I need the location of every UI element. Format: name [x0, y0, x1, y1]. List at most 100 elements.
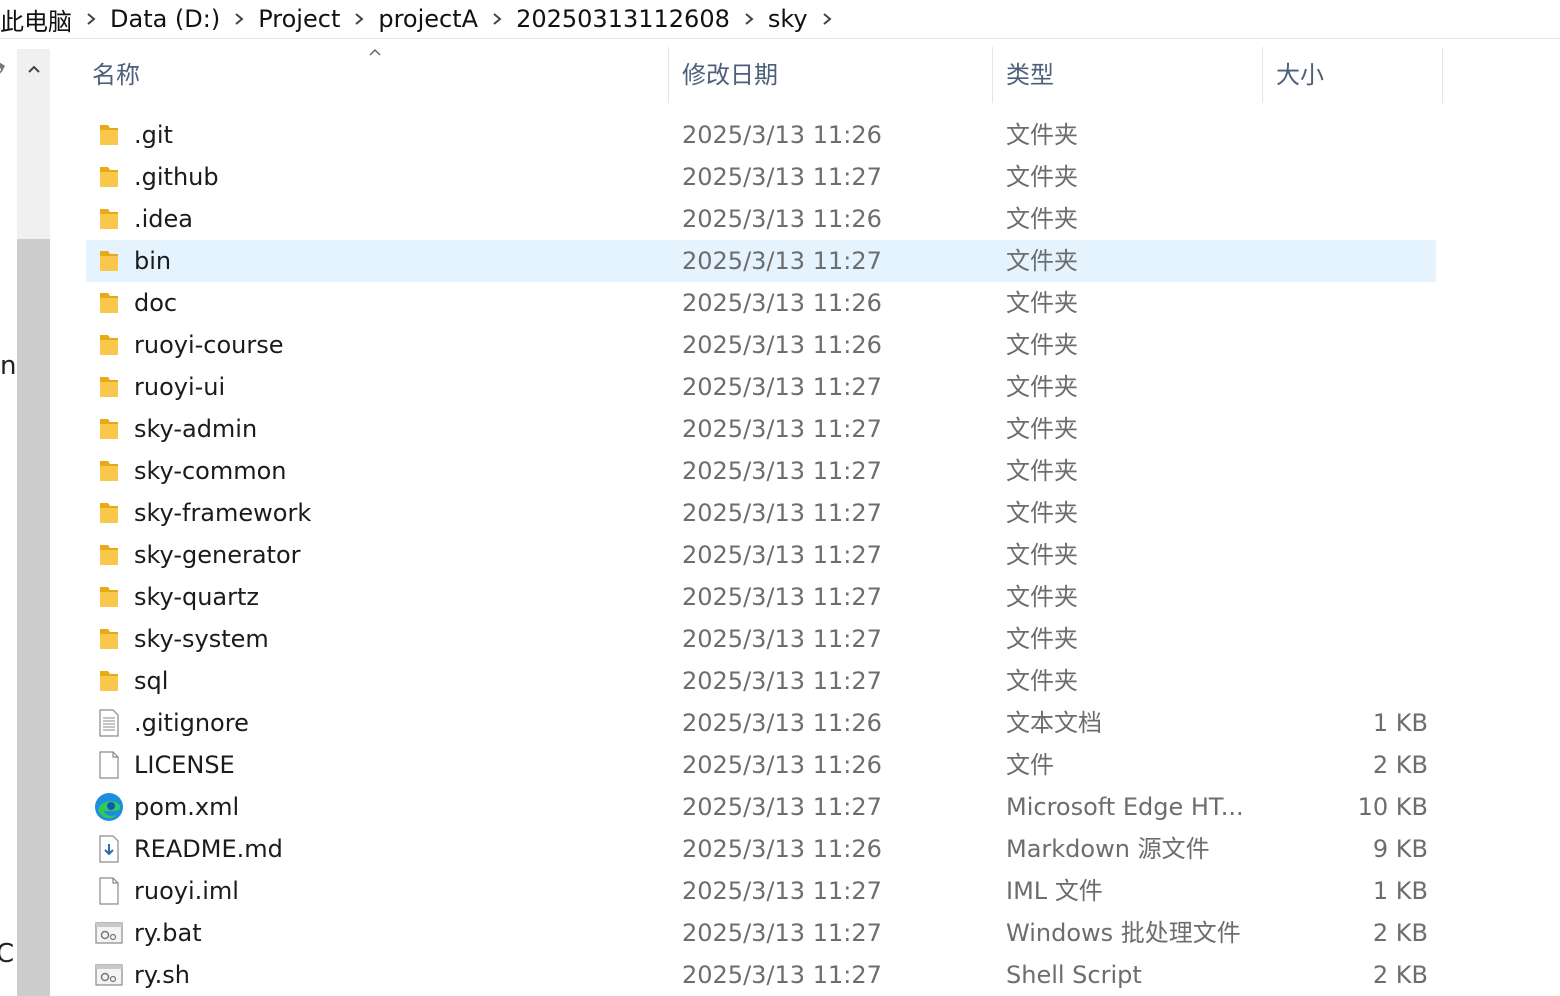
- file-date: 2025/3/13 11:27: [682, 541, 882, 569]
- file-date: 2025/3/13 11:27: [682, 415, 882, 443]
- scrollbar-thumb[interactable]: [17, 239, 50, 996]
- chevron-right-icon[interactable]: [76, 12, 106, 26]
- file-type: Windows 批处理文件: [1006, 919, 1241, 947]
- edge-icon: [94, 792, 124, 822]
- file-type: 文件夹: [1006, 457, 1078, 485]
- file-row[interactable]: sql 2025/3/13 11:27 文件夹: [86, 660, 1436, 702]
- file-type: 文件夹: [1006, 415, 1078, 443]
- file-size: 1 KB: [1372, 877, 1428, 905]
- file-type: 文件夹: [1006, 205, 1078, 233]
- file-row[interactable]: sky-quartz 2025/3/13 11:27 文件夹: [86, 576, 1436, 618]
- file-type: IML 文件: [1006, 877, 1103, 905]
- folder-icon: [94, 582, 124, 612]
- file-row[interactable]: sky-generator 2025/3/13 11:27 文件夹: [86, 534, 1436, 576]
- folder-icon: [94, 540, 124, 570]
- file-name: .idea: [134, 205, 194, 233]
- chevron-right-icon[interactable]: [344, 12, 374, 26]
- file-row[interactable]: ruoyi.iml 2025/3/13 11:27 IML 文件 1 KB: [86, 870, 1436, 912]
- file-date: 2025/3/13 11:27: [682, 583, 882, 611]
- file-type: Markdown 源文件: [1006, 835, 1210, 863]
- file-name: README.md: [134, 835, 283, 863]
- file-size: 10 KB: [1357, 793, 1428, 821]
- file-type: 文件夹: [1006, 583, 1078, 611]
- file-type: 文件夹: [1006, 247, 1078, 275]
- breadcrumb-item-sky[interactable]: sky: [764, 5, 812, 33]
- file-name: sky-framework: [134, 499, 312, 527]
- column-divider[interactable]: [1262, 47, 1263, 103]
- column-header-name[interactable]: 名称: [92, 39, 668, 105]
- file-date: 2025/3/13 11:26: [682, 289, 882, 317]
- file-date: 2025/3/13 11:27: [682, 793, 882, 821]
- folder-icon: [94, 162, 124, 192]
- folder-icon: [94, 120, 124, 150]
- file-type: 文本文档: [1006, 709, 1102, 737]
- file-row[interactable]: sky-framework 2025/3/13 11:27 文件夹: [86, 492, 1436, 534]
- text-file-icon: [94, 708, 124, 738]
- file-name: ruoyi.iml: [134, 877, 239, 905]
- folder-icon: [94, 666, 124, 696]
- file-row[interactable]: ruoyi-ui 2025/3/13 11:27 文件夹: [86, 366, 1436, 408]
- nav-item-label-fragment[interactable]: n: [0, 351, 16, 381]
- scroll-up-arrow-icon[interactable]: [17, 49, 50, 89]
- breadcrumb-item-projecta[interactable]: projectA: [374, 5, 482, 33]
- blank-file-icon: [94, 750, 124, 780]
- file-row[interactable]: sky-system 2025/3/13 11:27 文件夹: [86, 618, 1436, 660]
- file-row[interactable]: .idea 2025/3/13 11:26 文件夹: [86, 198, 1436, 240]
- file-name: doc: [134, 289, 178, 317]
- file-type: 文件夹: [1006, 625, 1078, 653]
- file-row[interactable]: .git 2025/3/13 11:26 文件夹: [86, 114, 1436, 156]
- chevron-right-icon[interactable]: [224, 12, 254, 26]
- file-date: 2025/3/13 11:26: [682, 709, 882, 737]
- pin-icon: [0, 61, 8, 82]
- file-row[interactable]: ry.bat 2025/3/13 11:27 Windows 批处理文件 2 KB: [86, 912, 1436, 954]
- breadcrumb-item-drive-d[interactable]: Data (D:): [106, 5, 224, 33]
- file-date: 2025/3/13 11:26: [682, 751, 882, 779]
- file-name: sql: [134, 667, 169, 695]
- file-date: 2025/3/13 11:27: [682, 877, 882, 905]
- chevron-right-icon[interactable]: [482, 12, 512, 26]
- file-name: LICENSE: [134, 751, 235, 779]
- file-type: Shell Script: [1006, 961, 1142, 989]
- file-size: 9 KB: [1372, 835, 1428, 863]
- file-row[interactable]: pom.xml 2025/3/13 11:27 Microsoft Edge HT.…: [86, 786, 1436, 828]
- script-file-icon: [94, 960, 124, 990]
- file-row[interactable]: README.md 2025/3/13 11:26 Markdown 源文件 9 KB: [86, 828, 1436, 870]
- file-date: 2025/3/13 11:26: [682, 121, 882, 149]
- file-row[interactable]: ry.sh 2025/3/13 11:27 Shell Script 2 KB: [86, 954, 1436, 996]
- file-size: 2 KB: [1372, 961, 1428, 989]
- file-row[interactable]: .gitignore 2025/3/13 11:26 文本文档 1 KB: [86, 702, 1436, 744]
- column-header-size[interactable]: 大小: [1276, 39, 1442, 105]
- nav-scrollbar[interactable]: [17, 49, 50, 996]
- file-name: bin: [134, 247, 172, 275]
- file-row[interactable]: bin 2025/3/13 11:27 文件夹: [86, 240, 1436, 282]
- column-header-date[interactable]: 修改日期: [682, 39, 992, 105]
- file-type: 文件夹: [1006, 499, 1078, 527]
- file-name: ry.sh: [134, 961, 190, 989]
- chevron-right-icon[interactable]: [734, 12, 764, 26]
- column-divider[interactable]: [992, 47, 993, 103]
- chevron-right-icon[interactable]: [812, 12, 842, 26]
- file-type: 文件夹: [1006, 373, 1078, 401]
- file-size: 2 KB: [1372, 919, 1428, 947]
- breadcrumb-item-project[interactable]: Project: [254, 5, 344, 33]
- file-date: 2025/3/13 11:27: [682, 919, 882, 947]
- folder-icon: [94, 414, 124, 444]
- column-divider[interactable]: [1442, 47, 1443, 103]
- folder-icon: [94, 204, 124, 234]
- folder-icon: [94, 498, 124, 528]
- file-row[interactable]: sky-admin 2025/3/13 11:27 文件夹: [86, 408, 1436, 450]
- breadcrumb-item-this-pc[interactable]: 此电脑: [0, 2, 76, 37]
- file-row[interactable]: .github 2025/3/13 11:27 文件夹: [86, 156, 1436, 198]
- file-type: 文件夹: [1006, 121, 1078, 149]
- file-type: Microsoft Edge HT...: [1006, 793, 1244, 821]
- column-header-type[interactable]: 类型: [1006, 39, 1262, 105]
- breadcrumb-item-timestamp-folder[interactable]: 20250313112608: [512, 5, 734, 33]
- file-row[interactable]: doc 2025/3/13 11:26 文件夹: [86, 282, 1436, 324]
- file-row[interactable]: sky-common 2025/3/13 11:27 文件夹: [86, 450, 1436, 492]
- file-date: 2025/3/13 11:27: [682, 457, 882, 485]
- column-divider[interactable]: [668, 47, 669, 103]
- file-row[interactable]: LICENSE 2025/3/13 11:26 文件 2 KB: [86, 744, 1436, 786]
- script-file-icon: [94, 918, 124, 948]
- file-row[interactable]: ruoyi-course 2025/3/13 11:26 文件夹: [86, 324, 1436, 366]
- file-size: 1 KB: [1372, 709, 1428, 737]
